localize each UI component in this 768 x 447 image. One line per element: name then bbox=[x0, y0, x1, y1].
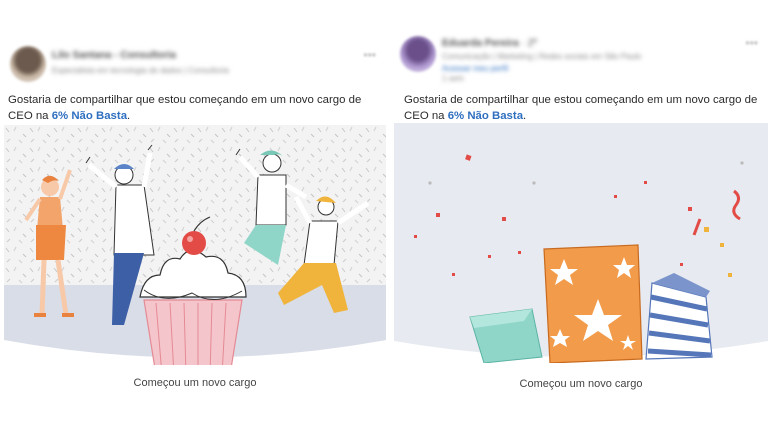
banner-caption: Começou um novo cargo bbox=[519, 378, 643, 390]
party-illustration bbox=[4, 125, 386, 365]
right-post-card: Eduarda Pereira · 2º Comunicação | Marke… bbox=[394, 28, 768, 430]
screenshot-comparison: Lilo Santana - Consultoria Especialista … bbox=[0, 0, 768, 447]
left-post-header: Lilo Santana - Consultoria Especialista … bbox=[4, 40, 386, 88]
company-link[interactable]: 6% Não Basta bbox=[448, 110, 523, 122]
author-name[interactable]: Eduarda Pereira · 2º bbox=[442, 38, 537, 49]
celebration-banner bbox=[394, 123, 768, 363]
more-horizontal-icon[interactable]: ••• bbox=[363, 48, 376, 62]
avatar[interactable] bbox=[400, 36, 436, 72]
post-time: 1 sem bbox=[442, 74, 464, 83]
more-horizontal-icon[interactable]: ••• bbox=[745, 36, 758, 50]
author-name[interactable]: Lilo Santana - Consultoria bbox=[52, 50, 176, 61]
avatar[interactable] bbox=[10, 46, 46, 82]
visit-profile-link[interactable]: Acessar meu perfil bbox=[442, 64, 508, 73]
gift-illustration bbox=[394, 123, 768, 363]
right-post-header: Eduarda Pereira · 2º Comunicação | Marke… bbox=[394, 28, 768, 88]
celebration-banner bbox=[4, 125, 386, 365]
banner-caption: Começou um novo cargo bbox=[133, 377, 257, 389]
post-text: Gostaria de compartilhar que estou começ… bbox=[8, 94, 362, 122]
left-post-card: Lilo Santana - Consultoria Especialista … bbox=[4, 40, 386, 430]
company-link[interactable]: 6% Não Basta bbox=[52, 110, 127, 122]
post-text: Gostaria de compartilhar que estou começ… bbox=[404, 94, 758, 122]
author-subtitle: Especialista em tecnologia de dados | Co… bbox=[52, 66, 229, 75]
orange-gift-box bbox=[543, 244, 643, 363]
author-subtitle: Comunicação | Marketing | Redes sociais … bbox=[442, 52, 642, 61]
